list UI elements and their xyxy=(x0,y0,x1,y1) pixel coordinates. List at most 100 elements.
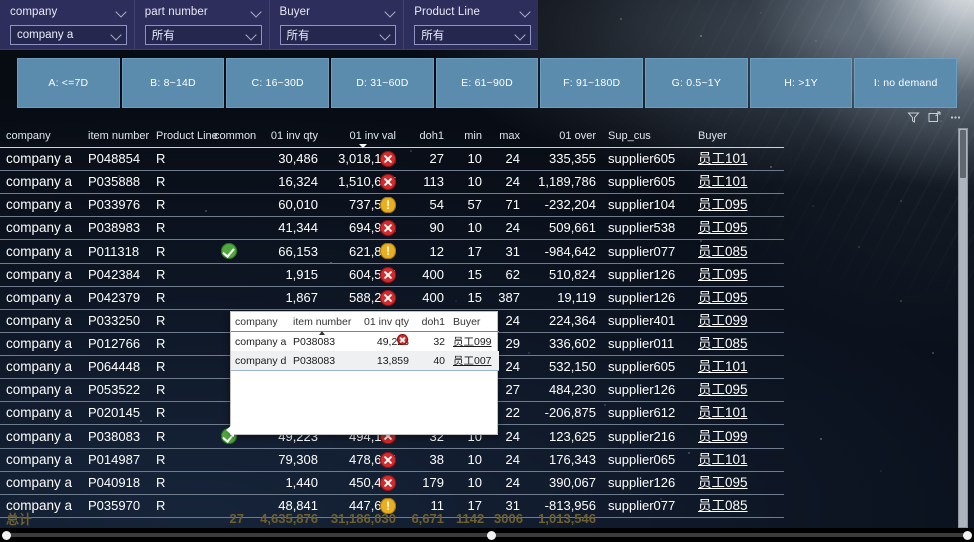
cell-over: 390,067 xyxy=(526,471,602,495)
vertical-scrollbar-thumb[interactable] xyxy=(960,130,966,178)
table-row[interactable]: company aP011318R66,153621,879121731-984… xyxy=(0,239,784,264)
tooltip-col-buyer: Buyer xyxy=(449,312,499,332)
more-options-icon[interactable] xyxy=(948,110,963,124)
col-header-item-number[interactable]: item number xyxy=(82,128,150,148)
bucket-d[interactable]: D: 31~60D xyxy=(331,58,434,108)
col-header-common[interactable]: common xyxy=(208,128,256,148)
scroll-handle-left[interactable] xyxy=(2,531,11,540)
slicer-product-line-value: 所有 xyxy=(421,30,445,42)
cell-over: 336,602 xyxy=(526,332,602,356)
bucket-g[interactable]: G: 0.5~1Y xyxy=(645,58,748,108)
cell-max: 387 xyxy=(488,286,526,310)
doh1-value: 113 xyxy=(423,174,444,189)
slicer-buyer[interactable]: Buyer 所有 xyxy=(270,0,405,49)
slicer-part-number[interactable]: part number 所有 xyxy=(135,0,270,49)
cell-product-line: R xyxy=(150,355,208,379)
slicer-buyer-dropdown[interactable]: 所有 xyxy=(279,25,397,45)
tooltip-col-item-number-label: item number xyxy=(293,316,352,328)
bucket-f[interactable]: F: 91~180D xyxy=(540,58,644,108)
scroll-handle-center[interactable] xyxy=(487,531,496,540)
tooltip-cell-buyer: 员工099 xyxy=(453,336,492,348)
common-check-icon xyxy=(221,243,237,259)
horizontal-scrollbar[interactable] xyxy=(0,528,974,542)
table-row[interactable]: company a P040918 R 1,440 450,464 179 10 24 390,… xyxy=(0,471,784,495)
table-row[interactable]: company a P048854 R 30,486 3,018,191 27 10 24 33… xyxy=(0,147,784,171)
chevron-down-icon[interactable] xyxy=(251,7,262,18)
cell-inv-qty: 41,344 xyxy=(250,216,324,240)
col-header-doh1[interactable]: doh1 xyxy=(402,128,450,148)
chevron-down-icon[interactable] xyxy=(380,30,391,41)
status-error-icon xyxy=(380,452,396,468)
slicer-buyer-header: Buyer xyxy=(280,4,397,20)
cell-company: company a xyxy=(0,263,82,287)
bucket-b[interactable]: B: 8~14D xyxy=(121,58,225,108)
cell-sup-cus: supplier077 xyxy=(602,239,692,264)
tooltip-row: company d P038083 13,859 40 员工007 xyxy=(231,351,499,371)
table-row[interactable]: company a P035888 R 16,324 1,510,627 113 10 24 1… xyxy=(0,170,784,194)
chevron-down-icon[interactable] xyxy=(116,7,127,18)
cell-item-number: P014987 xyxy=(82,448,150,472)
col-header-inv-qty[interactable]: 01 inv qty xyxy=(250,128,324,148)
cell-over: 510,824 xyxy=(526,263,602,287)
cell-item-number: P064448 xyxy=(82,355,150,379)
slicer-product-line-dropdown[interactable]: 所有 xyxy=(414,25,531,45)
status-warning-icon xyxy=(380,197,396,213)
col-header-min[interactable]: min xyxy=(450,128,488,148)
cell-common xyxy=(208,147,250,171)
cell-company: company a xyxy=(0,355,82,379)
visual-header-icons xyxy=(906,110,963,124)
tooltip-col-company: company xyxy=(231,312,289,332)
col-header-over[interactable]: 01 over xyxy=(526,128,602,148)
cell-over: 509,661 xyxy=(526,216,602,240)
cell-over: -206,875 xyxy=(526,401,602,425)
slicer-company[interactable]: company company a xyxy=(0,0,135,49)
chevron-down-icon[interactable] xyxy=(515,30,526,41)
bucket-a[interactable]: A: <=7D xyxy=(17,58,120,108)
col-header-sup-cus[interactable]: Sup_cus xyxy=(602,128,692,148)
filter-icon[interactable] xyxy=(906,110,921,124)
cell-company: company a xyxy=(0,424,82,449)
cell-item-number: P040918 xyxy=(82,471,150,495)
cell-product-line: R xyxy=(150,286,208,310)
cell-product-line: R xyxy=(150,147,208,171)
col-header-buyer[interactable]: Buyer xyxy=(692,128,784,148)
cell-common xyxy=(208,216,250,240)
cell-product-line: R xyxy=(150,263,208,287)
bucket-c[interactable]: C: 16~30D xyxy=(226,58,330,108)
chevron-down-icon[interactable] xyxy=(520,7,531,18)
slicer-part-number-caption: part number xyxy=(144,6,208,18)
table-row[interactable]: company a P014987 R 79,308 478,645 38 10 24 176,… xyxy=(0,448,784,472)
chevron-down-icon[interactable] xyxy=(246,30,257,41)
total-over: 1,013,546 xyxy=(538,511,596,526)
cell-inv-qty: 66,153 xyxy=(250,239,324,264)
scroll-handle-right[interactable] xyxy=(963,531,972,540)
cell-inv-qty: 1,440 xyxy=(250,471,324,495)
slicer-part-number-dropdown[interactable]: 所有 xyxy=(144,25,262,45)
tooltip-cell-doh1: 40 xyxy=(413,351,449,371)
table-header-row: company item number Product Line common … xyxy=(0,128,784,148)
table-row[interactable]: company a P042384 R 1,915 604,525 400 15 62 510,… xyxy=(0,263,784,287)
table-row[interactable]: company a P042379 R 1,867 588,266 400 15 387 19,… xyxy=(0,286,784,310)
cell-item-number: P035888 xyxy=(82,170,150,194)
tooltip-cell-buyer: 员工007 xyxy=(449,351,499,371)
table-row[interactable]: company a P038983 R 41,344 694,992 90 10 24 509,… xyxy=(0,216,784,240)
slicer-company-dropdown[interactable]: company a xyxy=(10,25,127,45)
vertical-scrollbar[interactable] xyxy=(958,128,968,528)
bucket-e[interactable]: E: 61~90D xyxy=(435,58,539,108)
table-row[interactable]: company aP033976R60,010737,590545771-232… xyxy=(0,193,784,217)
slicer-part-number-header: part number xyxy=(145,4,262,20)
cell-company: company a xyxy=(0,286,82,310)
focus-mode-icon[interactable] xyxy=(927,110,942,124)
chevron-down-icon[interactable] xyxy=(385,7,396,18)
slicer-product-line[interactable]: Product Line 所有 xyxy=(404,0,538,49)
chevron-down-icon[interactable] xyxy=(111,30,122,41)
col-header-company[interactable]: company xyxy=(0,128,82,148)
cell-sup-cus: supplier126 xyxy=(602,286,692,310)
col-header-inv-val[interactable]: 01 inv val xyxy=(324,128,402,148)
tooltip-col-inv-qty: 01 inv qty xyxy=(355,312,413,332)
cell-max: 31 xyxy=(488,239,526,264)
col-header-product-line[interactable]: Product Line xyxy=(150,128,218,148)
bucket-i[interactable]: I: no demand xyxy=(854,58,958,108)
col-header-max[interactable]: max xyxy=(488,128,526,148)
bucket-h[interactable]: H: >1Y xyxy=(749,58,853,108)
